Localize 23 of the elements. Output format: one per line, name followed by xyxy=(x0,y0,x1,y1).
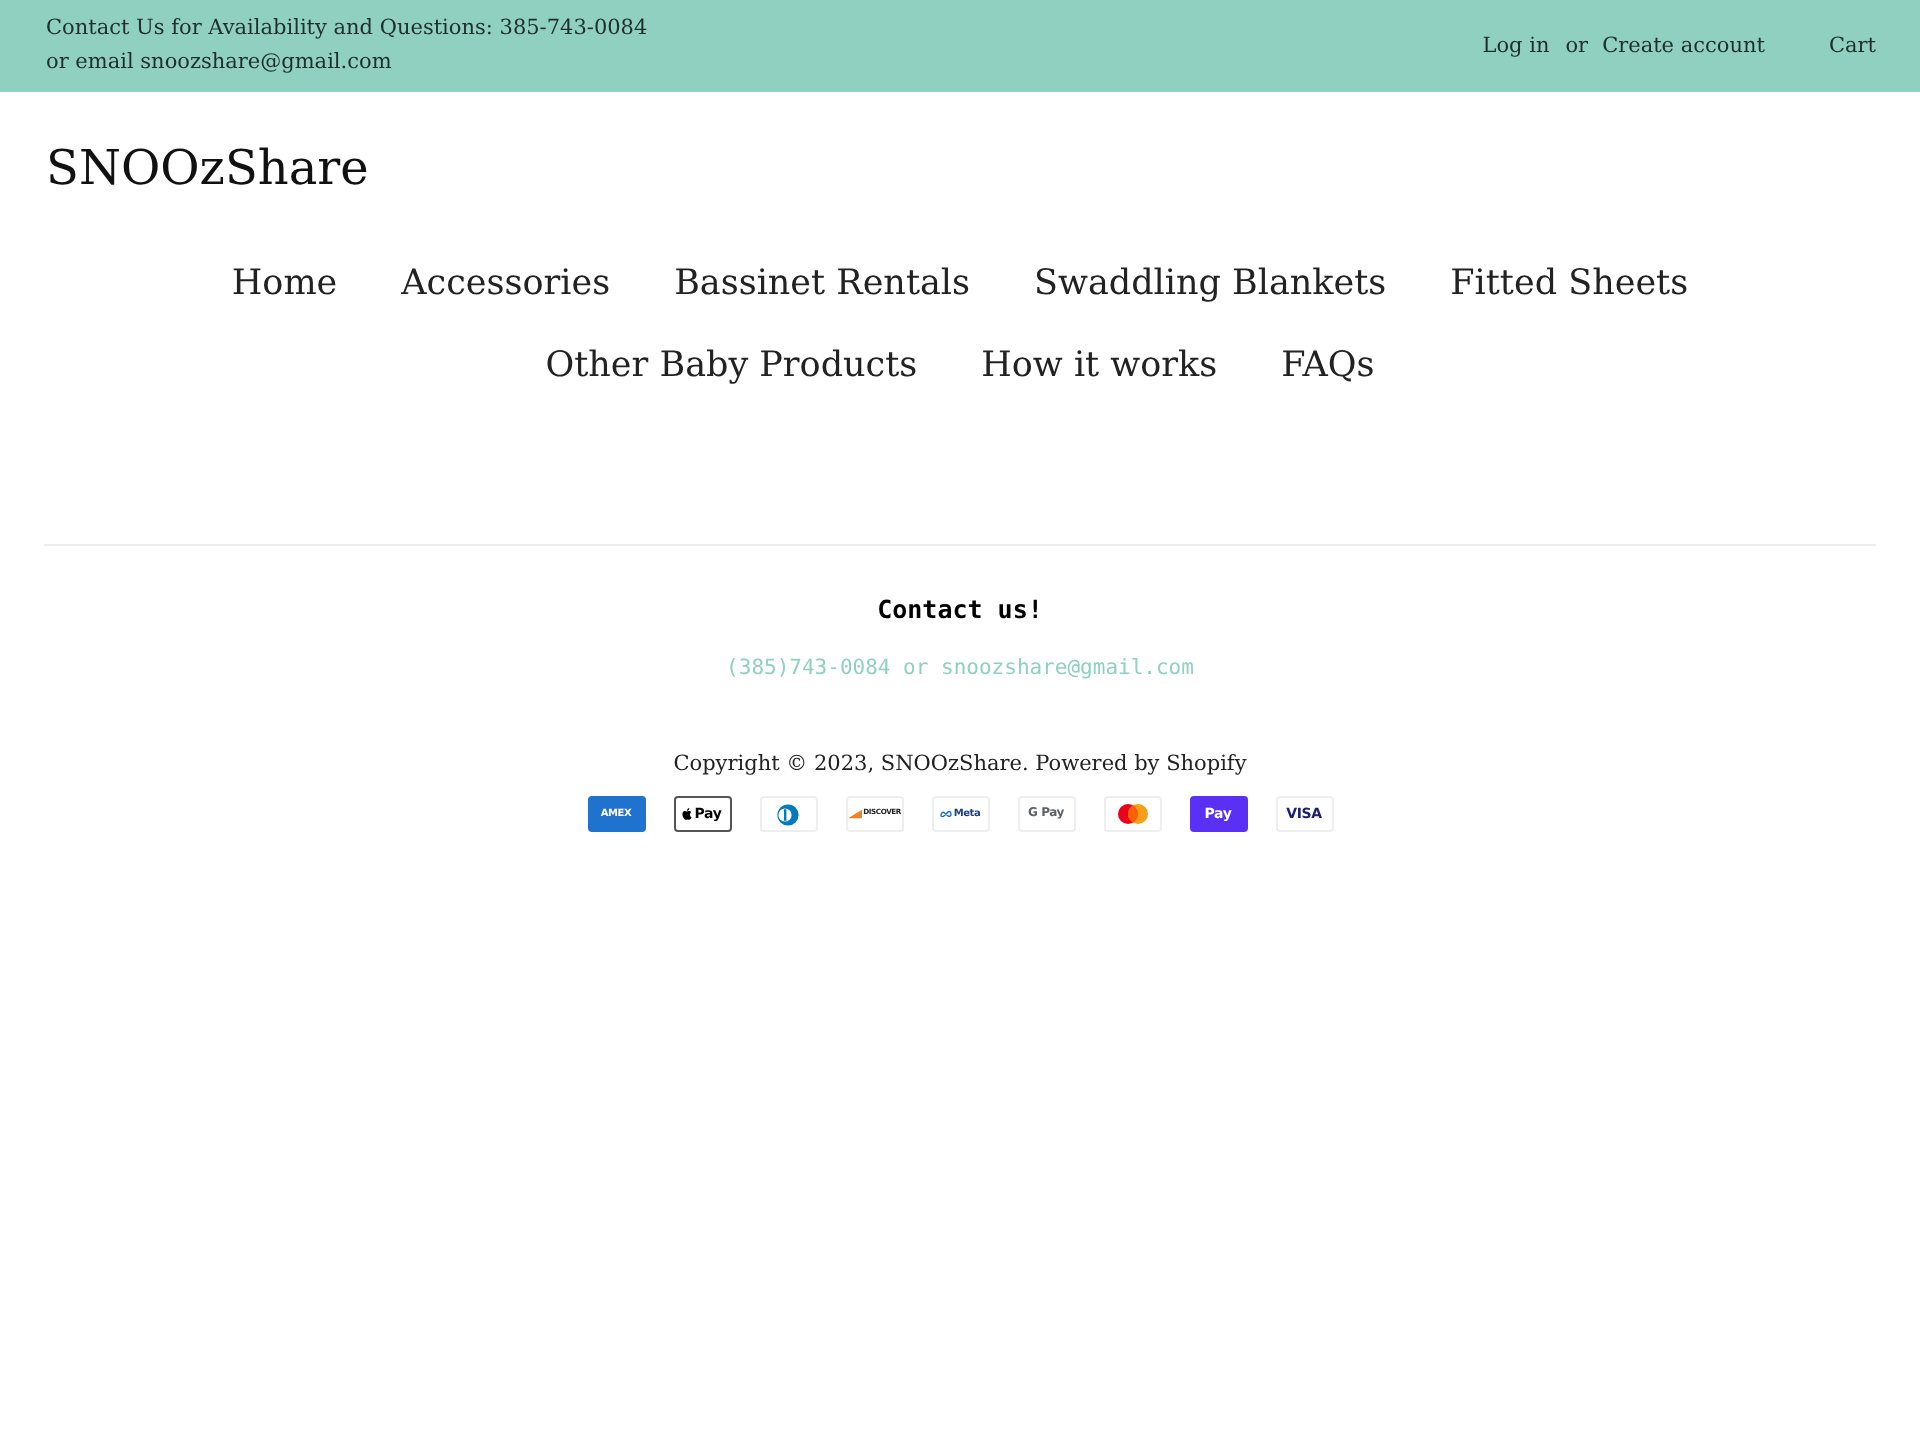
footer-heading: Contact us! xyxy=(877,592,1043,628)
nav-link[interactable]: Fitted Sheets xyxy=(1450,258,1689,310)
copyright-text: Copyright © 2023, SNOOzShare. Powered by Shopify xyxy=(673,750,1247,780)
nav-link[interactable]: Other Baby Products xyxy=(545,340,918,392)
cart-link[interactable]: Cart xyxy=(1828,32,1876,60)
nav-link[interactable]: Swaddling Blankets xyxy=(1033,258,1387,310)
contact-details: (385)743-0084 or snoozshare@gmail.com xyxy=(726,654,1194,684)
nav-link[interactable]: Bassinet Rentals xyxy=(674,258,970,310)
nav-link[interactable]: Home xyxy=(231,258,338,310)
site-logo[interactable]: SNOOzShare xyxy=(46,138,369,198)
infinity-icon xyxy=(939,810,952,818)
nav-link[interactable]: FAQs xyxy=(1281,340,1375,392)
nav-link[interactable]: How it works xyxy=(981,340,1218,392)
wedge-icon xyxy=(847,808,862,820)
announcement-text: or email snoozshare@gmail.com xyxy=(46,48,394,78)
separator-text: or xyxy=(1565,32,1589,60)
nav-link[interactable]: Accessories xyxy=(401,258,611,310)
overlapping-circles-icon xyxy=(1117,804,1147,824)
double-circle-icon xyxy=(774,803,802,825)
apple-icon xyxy=(682,808,693,820)
announcement-text: Contact Us for Availability and Questions: 385-743-0084 xyxy=(46,14,648,44)
create-account-link[interactable]: Create account xyxy=(1602,32,1765,60)
login-link[interactable]: Log in xyxy=(1482,32,1550,60)
